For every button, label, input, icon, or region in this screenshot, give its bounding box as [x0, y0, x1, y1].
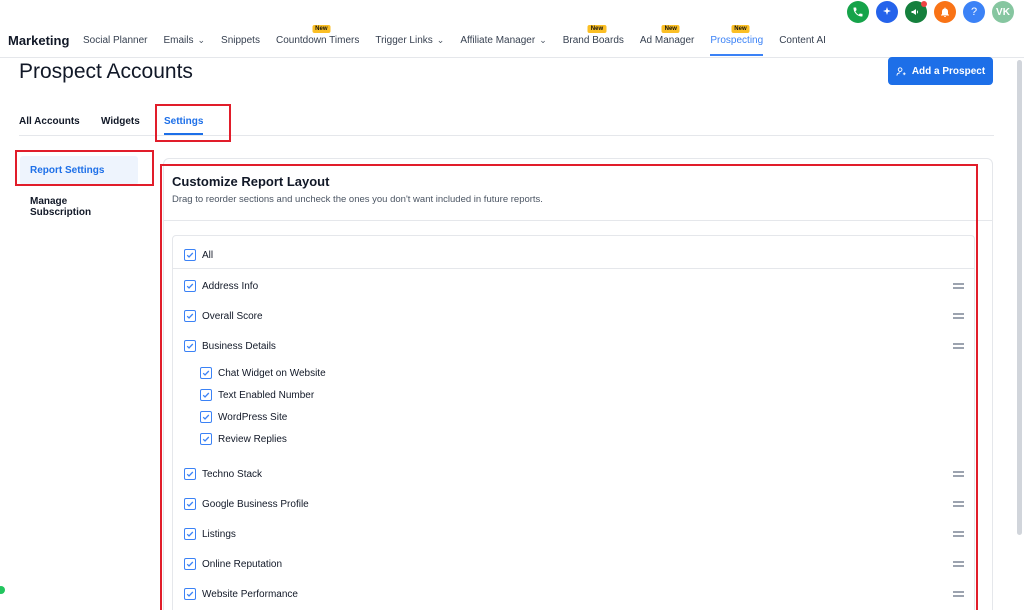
nav-prospecting[interactable]: New Prospecting [710, 25, 764, 56]
main-nav: Social Planner Emails ⌄ Snippets New Count… [83, 25, 842, 56]
nav-label: Countdown Timers [275, 35, 360, 46]
nav-label: Content AI [779, 35, 826, 46]
page-scrollbar[interactable] [1017, 60, 1022, 535]
avatar[interactable]: VK [992, 1, 1014, 23]
nav-label: Affiliate Manager [460, 35, 536, 46]
nav-label: Snippets [221, 35, 260, 46]
nav-countdown-timers[interactable]: New Countdown Timers [275, 25, 360, 56]
chevron-down-icon: ⌄ [197, 35, 206, 45]
chevron-down-icon: ⌄ [436, 35, 445, 45]
phone-icon[interactable] [847, 1, 869, 23]
side-item-manage-subscription[interactable]: Manage Subscription [20, 187, 138, 227]
nav-emails[interactable]: Emails ⌄ [163, 26, 205, 56]
new-badge: New [312, 25, 331, 33]
chevron-down-icon: ⌄ [539, 35, 547, 45]
highlight-box-report-settings [15, 150, 154, 186]
nav-label: Trigger Links [375, 35, 433, 46]
nav-brand-boards[interactable]: New Brand Boards [562, 25, 624, 56]
new-badge: New [661, 25, 680, 33]
new-badge: New [731, 25, 750, 33]
nav-label: Ad Manager [639, 35, 695, 46]
nav-label: Social Planner [83, 35, 148, 46]
highlight-box-report-layout [160, 164, 978, 610]
nav-social-planner[interactable]: Social Planner [83, 26, 147, 56]
help-icon[interactable]: ? [963, 1, 985, 23]
megaphone-icon[interactable] [905, 1, 927, 23]
status-dot [0, 586, 5, 594]
section-title: Marketing [8, 33, 70, 48]
top-bar: ? VK Marketing Social Planner Emails ⌄ Sn… [0, 0, 1024, 58]
bell-icon[interactable] [934, 1, 956, 23]
nav-label: Brand Boards [562, 35, 624, 46]
add-prospect-label: Add a Prospect [911, 65, 986, 77]
page-title: Prospect Accounts [19, 60, 193, 83]
nav-label: Prospecting [710, 35, 764, 46]
add-user-icon [896, 66, 906, 76]
nav-ad-manager[interactable]: New Ad Manager [639, 25, 695, 56]
add-prospect-button[interactable]: Add a Prospect [888, 57, 993, 85]
nav-label: Emails [163, 35, 194, 46]
notification-dot [921, 1, 927, 7]
tab-widgets[interactable]: Widgets [101, 116, 140, 127]
ai-sparkle-icon[interactable] [876, 1, 898, 23]
top-icon-group: ? VK [847, 1, 1014, 23]
nav-content-ai[interactable]: Content AI [779, 26, 826, 56]
highlight-box-settings-tab [155, 104, 231, 142]
nav-trigger-links[interactable]: Trigger Links ⌄ [375, 26, 444, 56]
nav-snippets[interactable]: Snippets [221, 26, 260, 56]
tab-all-accounts[interactable]: All Accounts [19, 116, 80, 127]
new-badge: New [587, 25, 607, 33]
nav-affiliate-manager[interactable]: Affiliate Manager ⌄ [460, 26, 546, 56]
